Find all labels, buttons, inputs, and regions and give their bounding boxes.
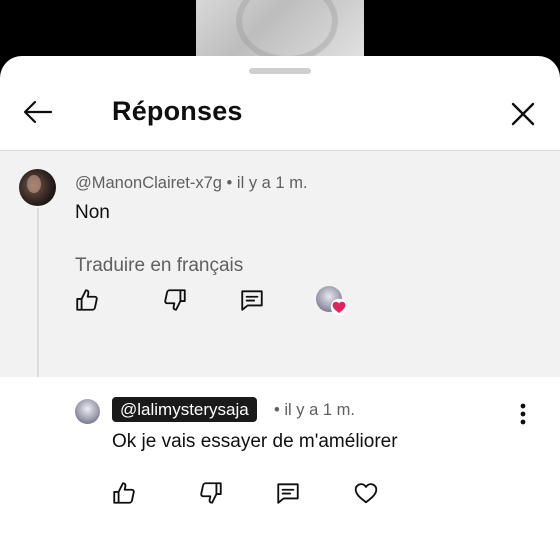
thumbs-up-icon xyxy=(76,289,98,311)
drag-handle[interactable] xyxy=(249,68,311,74)
more-options-button[interactable] xyxy=(510,399,536,429)
comment-text: Non xyxy=(75,202,110,223)
dislike-button[interactable] xyxy=(160,285,190,315)
back-button[interactable] xyxy=(20,94,56,130)
comment-meta: • il y a 1 m. xyxy=(274,401,355,419)
avatar[interactable] xyxy=(19,169,56,206)
sheet-header: Réponses xyxy=(0,78,560,150)
dislike-button[interactable] xyxy=(196,478,226,508)
heart-badge-icon xyxy=(330,298,348,316)
like-button[interactable] xyxy=(109,478,139,508)
reply-button[interactable] xyxy=(273,478,303,508)
reply-icon xyxy=(241,290,263,311)
highlighted-comment: @ManonClairet-x7g • il y a 1 m. Non Trad… xyxy=(0,151,560,377)
thumbs-down-icon xyxy=(200,482,222,504)
arrow-left-icon xyxy=(23,100,53,124)
more-vertical-icon xyxy=(520,403,526,425)
like-button[interactable] xyxy=(72,285,102,315)
video-thumbnail xyxy=(196,0,364,62)
translate-link[interactable]: Traduire en français xyxy=(75,255,243,277)
close-icon xyxy=(511,102,535,126)
reply-icon xyxy=(277,483,299,504)
reply-button[interactable] xyxy=(237,285,267,315)
author-handle[interactable]: @lalimysterysaja xyxy=(112,397,257,422)
thumbs-up-icon xyxy=(113,482,135,504)
heart-button[interactable] xyxy=(351,478,381,508)
thumbs-down-icon xyxy=(164,289,186,311)
reply-comment: @lalimysterysaja • il y a 1 m. Ok je vai… xyxy=(0,377,560,560)
comment-meta[interactable]: @ManonClairet-x7g • il y a 1 m. xyxy=(75,174,308,193)
creator-heart[interactable] xyxy=(316,286,348,316)
heart-icon xyxy=(354,483,378,504)
comment-text: Ok je vais essayer de m'améliorer xyxy=(112,431,398,452)
close-button[interactable] xyxy=(505,96,541,132)
replies-sheet: Réponses @ManonClairet-x7g • il y a 1 m.… xyxy=(0,56,560,560)
page-title: Réponses xyxy=(112,96,243,126)
avatar[interactable] xyxy=(75,399,100,424)
